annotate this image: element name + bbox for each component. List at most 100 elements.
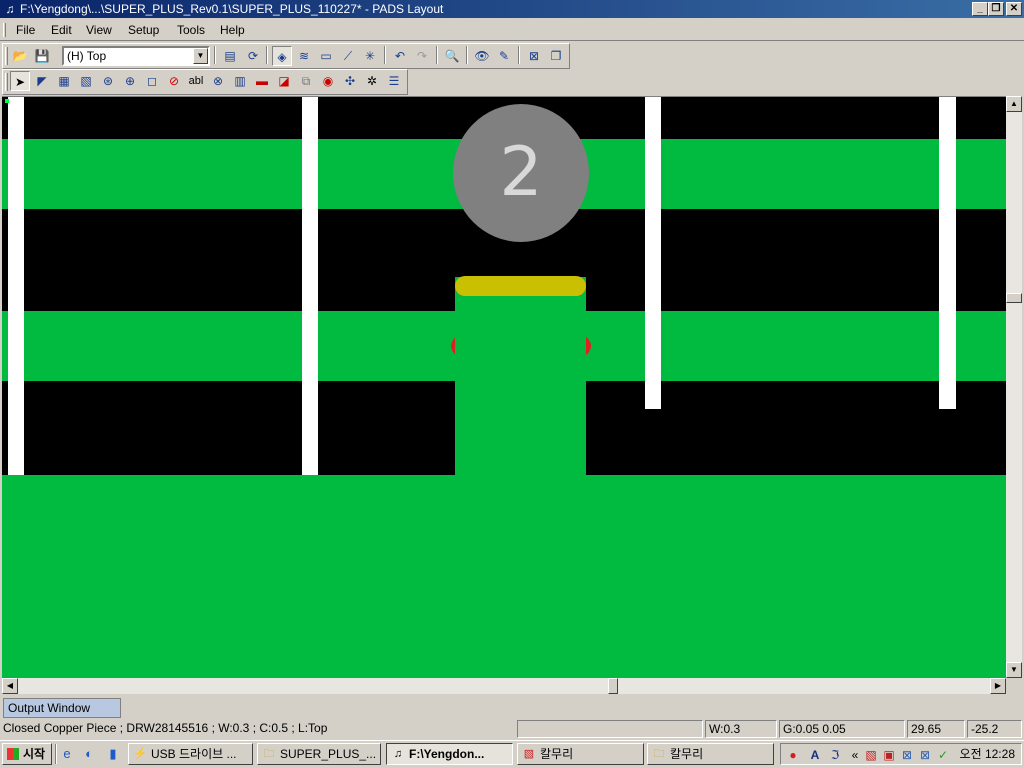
ime-flag-icon[interactable]: ●: [785, 747, 801, 763]
window-title: F:\Yengdong\...\SUPER_PLUS_Rev0.1\SUPER_…: [20, 2, 444, 16]
flood-icon[interactable]: ⊛: [98, 71, 118, 91]
toolbar-grip[interactable]: [5, 47, 8, 65]
move-icon[interactable]: ◤: [32, 71, 52, 91]
layer-select-value: (H) Top: [67, 49, 107, 63]
auto-dimension-icon[interactable]: ⧉: [296, 71, 316, 91]
minimize-button[interactable]: _: [972, 2, 988, 16]
paint-icon[interactable]: ✎: [494, 46, 514, 66]
design-toolbar-icon[interactable]: ▭: [316, 46, 336, 66]
horizontal-scrollbar[interactable]: ◀ ▶: [2, 678, 1006, 694]
title-bar[interactable]: F:\Yengdong\...\SUPER_PLUS_Rev0.1\SUPER_…: [0, 0, 1024, 18]
pads-icon[interactable]: ♫: [3, 2, 17, 16]
trace-vertical-1[interactable]: [8, 97, 24, 475]
start-label: 시작: [23, 747, 46, 761]
vertical-scrollbar[interactable]: ▲ ▼: [1006, 96, 1022, 678]
network-error-icon[interactable]: ⊠: [917, 747, 933, 763]
output-window-tab[interactable]: Output Window: [3, 698, 121, 718]
undo-icon[interactable]: ↶: [390, 46, 410, 66]
network-icon[interactable]: ⊠: [899, 747, 915, 763]
status-grid: G:0.05 0.05: [779, 720, 905, 738]
save-icon[interactable]: 💾: [32, 46, 52, 66]
origin-marker: [5, 99, 9, 103]
trace-vertical-3[interactable]: [645, 97, 661, 409]
close-button[interactable]: ✕: [1006, 2, 1022, 16]
copper-cutout-icon[interactable]: ▧: [76, 71, 96, 91]
redo-icon[interactable]: ↷: [412, 46, 432, 66]
task-usb-drive[interactable]: ⚡ USB 드라이브 ...: [128, 743, 253, 765]
scroll-up-button[interactable]: ▲: [1006, 96, 1022, 112]
menu-file[interactable]: File: [12, 22, 39, 38]
acrobat-icon[interactable]: ▧: [863, 747, 879, 763]
route-icon[interactable]: ⟋: [338, 46, 358, 66]
trace-vertical-2[interactable]: [302, 97, 318, 475]
component-icon[interactable]: ▥: [230, 71, 250, 91]
pad-copper[interactable]: [455, 277, 586, 479]
drill-icon[interactable]: ◪: [274, 71, 294, 91]
menu-help[interactable]: Help: [216, 22, 249, 38]
start-button[interactable]: 시작: [2, 743, 52, 765]
redraw-icon[interactable]: ⟳: [243, 46, 263, 66]
board-outline-icon[interactable]: ◻: [142, 71, 162, 91]
task-pads-layout[interactable]: ♫ F:\Yengdon...: [386, 743, 513, 765]
copper-pour-bottom[interactable]: [2, 475, 1006, 678]
keepout-icon[interactable]: ⊘: [164, 71, 184, 91]
verify-icon[interactable]: ⊠: [524, 46, 544, 66]
horizontal-scroll-thumb[interactable]: [608, 678, 618, 694]
task-label: SUPER_PLUS_...: [280, 747, 377, 761]
toolbar-separator: [436, 46, 438, 64]
desktop-icon[interactable]: ▮: [104, 745, 122, 763]
folder-icon: 🗀: [653, 748, 665, 760]
scroll-left-button[interactable]: ◀: [2, 678, 18, 694]
outlook-icon[interactable]: ◐: [80, 745, 98, 763]
menu-grip[interactable]: [3, 23, 6, 37]
chevron-down-icon[interactable]: ▼: [193, 48, 208, 64]
zoom-icon[interactable]: 🔍: [442, 46, 462, 66]
toolbar-separator: [518, 46, 520, 64]
dimension-icon[interactable]: ⊗: [208, 71, 228, 91]
via-icon[interactable]: ◉: [318, 71, 338, 91]
ie-icon[interactable]: e: [58, 745, 76, 763]
hatch-icon[interactable]: ⊕: [120, 71, 140, 91]
select-icon[interactable]: ➤: [10, 71, 30, 91]
toolbar-grip[interactable]: [5, 73, 8, 91]
task-folder[interactable]: 🗀 칼무리: [647, 743, 774, 765]
window-icon[interactable]: ❐: [546, 46, 566, 66]
menu-edit[interactable]: Edit: [47, 22, 76, 38]
toolbar-separator: [214, 46, 216, 64]
task-label: USB 드라이브 ...: [151, 747, 237, 761]
properties-icon[interactable]: ▤: [220, 46, 240, 66]
ecoroute-icon[interactable]: ✳: [360, 46, 380, 66]
view-icon[interactable]: 👁: [472, 46, 492, 66]
task-super-plus-folder[interactable]: 🗀 SUPER_PLUS_...: [257, 743, 381, 765]
trace-vertical-4[interactable]: [939, 97, 956, 409]
auto-route-icon[interactable]: ✲: [362, 71, 382, 91]
tray-expand-icon[interactable]: «: [847, 747, 863, 763]
open-icon[interactable]: 📂: [10, 46, 30, 66]
ime-input-icon[interactable]: ℑ: [827, 747, 843, 763]
display-control-icon[interactable]: ◈: [272, 46, 292, 66]
scroll-right-button[interactable]: ▶: [990, 678, 1006, 694]
jumper-icon[interactable]: ▬: [252, 71, 272, 91]
design-canvas[interactable]: 2: [2, 96, 1006, 678]
ati-icon[interactable]: ▣: [881, 747, 897, 763]
pdf-icon: ▧: [523, 748, 535, 760]
pour-icon[interactable]: ≋: [294, 46, 314, 66]
taskbar-separator: [55, 744, 57, 764]
update-icon[interactable]: ✓: [935, 747, 951, 763]
task-pdf-document[interactable]: ▧ 칼무리: [517, 743, 644, 765]
report-icon[interactable]: ☰: [384, 71, 404, 91]
clock[interactable]: 오전 12:28: [960, 744, 1015, 764]
menu-setup[interactable]: Setup: [124, 22, 163, 38]
vertical-scroll-thumb[interactable]: [1006, 293, 1022, 303]
scroll-down-button[interactable]: ▼: [1006, 662, 1022, 678]
copper-icon[interactable]: ▦: [54, 71, 74, 91]
text-icon[interactable]: abl: [186, 71, 206, 91]
ime-mode-icon[interactable]: A: [807, 747, 823, 763]
menu-tools[interactable]: Tools: [173, 22, 209, 38]
restore-button[interactable]: ❐: [988, 2, 1004, 16]
network-icon[interactable]: ✣: [340, 71, 360, 91]
silkscreen-outline[interactable]: [455, 276, 586, 296]
toolbar-separator: [466, 46, 468, 64]
menu-view[interactable]: View: [82, 22, 116, 38]
layer-select[interactable]: (H) Top ▼: [62, 46, 210, 66]
